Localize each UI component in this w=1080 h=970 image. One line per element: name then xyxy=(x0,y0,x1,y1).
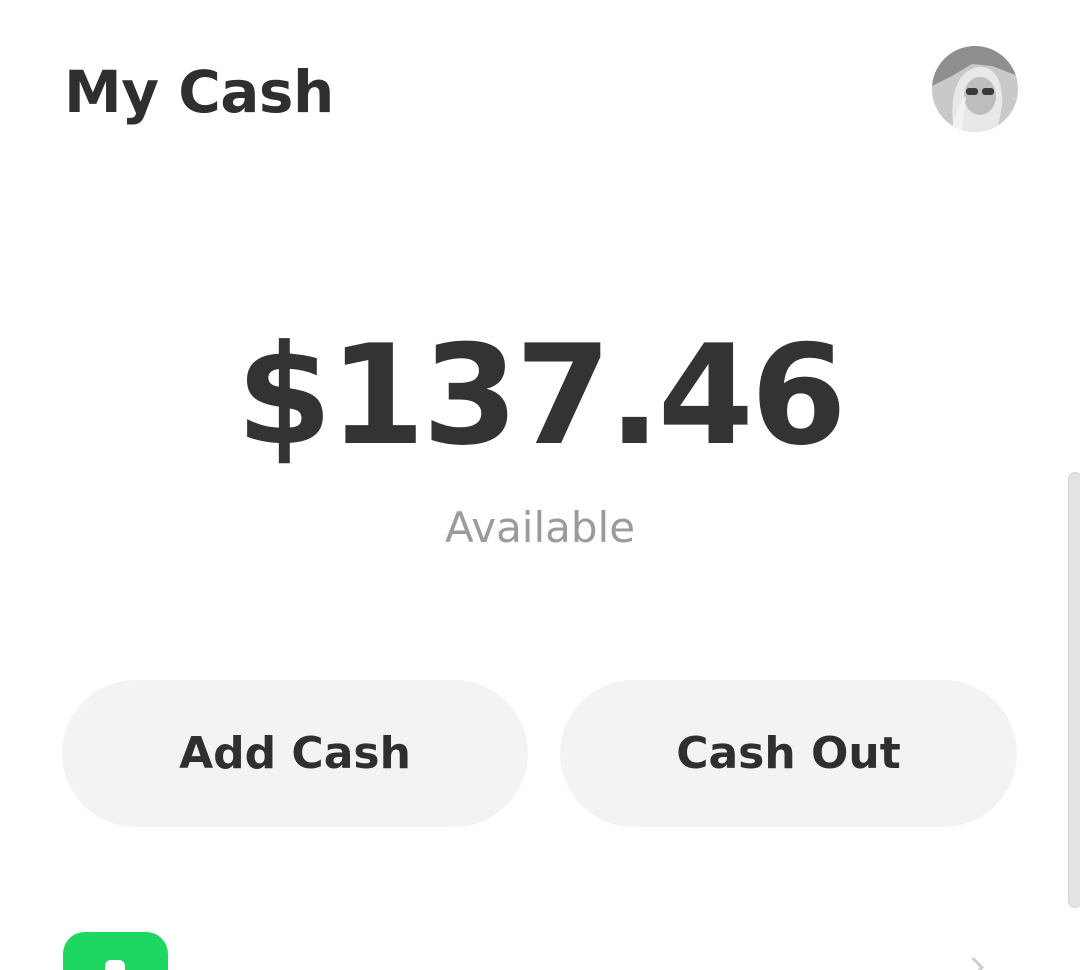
profile-avatar[interactable] xyxy=(932,46,1018,132)
page-title: My Cash xyxy=(64,58,334,126)
chevron-right-icon[interactable] xyxy=(962,956,985,970)
cash-out-button[interactable]: Cash Out xyxy=(560,680,1017,827)
cash-app-icon xyxy=(63,932,168,970)
add-cash-button[interactable]: Add Cash xyxy=(62,680,528,827)
avatar-photo xyxy=(932,46,1018,132)
scrollbar[interactable] xyxy=(1068,472,1080,908)
balance-available-label: Available xyxy=(444,503,636,552)
cash-balance-amount: $137.46 xyxy=(236,315,847,476)
dollar-glyph-icon xyxy=(105,960,125,970)
my-cash-screen: My Cash $137.46 Available Add Cash Cash … xyxy=(0,0,1080,970)
